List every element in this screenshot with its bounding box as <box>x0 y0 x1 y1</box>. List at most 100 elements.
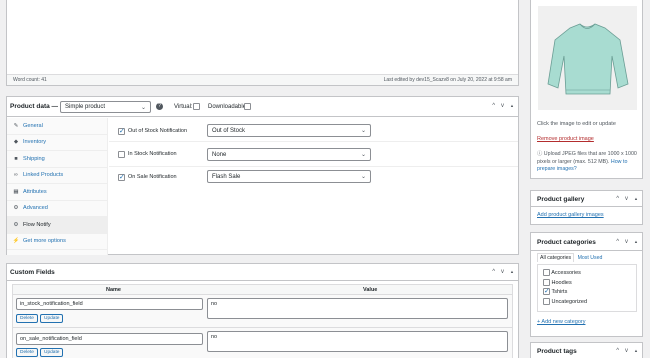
category-checkbox[interactable] <box>543 269 550 277</box>
on-sale-label: On Sale Notification <box>128 174 177 180</box>
gear-icon: ⚙ <box>13 221 19 228</box>
move-down-icon[interactable]: v <box>625 348 628 354</box>
plugin-icon: ⚡ <box>12 238 20 245</box>
toggle-panel-icon[interactable]: ▲ <box>510 103 514 109</box>
in-stock-select[interactable]: None ⌄ <box>207 148 371 161</box>
table-row: in_stock_notification_field Delete Updat… <box>12 295 513 328</box>
editor-statusbar: Word count: 41 Last edited by dev15_Scaz… <box>7 74 518 85</box>
tab-attributes[interactable]: ▦ Attributes <box>7 184 107 201</box>
toggle-panel-icon[interactable]: ▲ <box>634 348 638 354</box>
column-value: Value <box>363 287 378 293</box>
tab-inventory[interactable]: ◆ Inventory <box>7 134 107 151</box>
out-of-stock-select[interactable]: Out of Stock ⌄ <box>207 124 371 137</box>
product-data-title: Product data — <box>10 103 59 110</box>
tab-all-categories[interactable]: All categories <box>537 253 575 262</box>
move-up-icon[interactable]: ^ <box>616 348 619 354</box>
move-down-icon[interactable]: v <box>501 103 504 109</box>
move-up-icon[interactable]: ^ <box>492 103 495 109</box>
custom-fields-title: Custom Fields <box>10 269 55 276</box>
gear-icon: ⚙ <box>13 205 19 212</box>
delete-button[interactable]: Delete <box>16 314 38 323</box>
category-checkbox[interactable] <box>543 278 550 286</box>
notify-row: Out of Stock Notification Out of Stock ⌄ <box>109 120 518 142</box>
tab-get-more-options[interactable]: ⚡ Get more options <box>7 233 107 250</box>
remove-product-image-link[interactable]: Remove product image <box>537 136 594 142</box>
notify-row: In Stock Notification None ⌄ <box>109 143 518 167</box>
update-button[interactable]: Update <box>40 314 64 323</box>
tab-flow-notify[interactable]: ⚙ Flow Notify <box>7 217 107 234</box>
on-sale-checkbox[interactable] <box>118 173 125 181</box>
out-of-stock-checkbox[interactable] <box>118 127 125 135</box>
list-item[interactable]: Tshirts <box>543 287 631 298</box>
meta-key-input[interactable]: on_sale_notification_field <box>16 333 203 345</box>
category-tabs: All categories Most Used <box>537 253 603 262</box>
product-type-select[interactable]: Simple product ⌄ <box>60 101 151 113</box>
box-controls: ^ v ▲ <box>616 348 638 354</box>
add-gallery-images-link[interactable]: Add product gallery images <box>537 212 604 218</box>
box-controls: ^ v ▲ <box>616 239 638 245</box>
update-button[interactable]: Update <box>40 348 64 357</box>
delete-button[interactable]: Delete <box>16 348 38 357</box>
tag-icon: ◆ <box>13 139 19 146</box>
column-name: Name <box>106 287 121 293</box>
product-data-tabs: ✎ General ◆ Inventory ■ Shipping ∞ Linke… <box>7 118 108 255</box>
product-data-box: Product data — Simple product ⌄ ? Virtua… <box>6 96 519 255</box>
toggle-panel-icon[interactable]: ▲ <box>510 269 514 275</box>
box-controls: ^ v ▲ <box>492 269 514 275</box>
tab-advanced[interactable]: ⚙ Advanced <box>7 200 107 217</box>
product-tags-box: Product tags ^ v ▲ <box>530 342 643 358</box>
meta-value-textarea[interactable]: no <box>207 331 508 352</box>
table-row: on_sale_notification_field Delete Update… <box>12 328 513 358</box>
link-icon: ∞ <box>14 172 18 179</box>
toggle-panel-icon[interactable]: ▲ <box>634 239 638 245</box>
virtual-label: Virtual: <box>174 104 193 110</box>
help-icon[interactable]: ? <box>156 103 163 110</box>
in-stock-label: In Stock Notification <box>128 151 177 157</box>
add-new-category-link[interactable]: + Add new category <box>537 319 585 325</box>
move-down-icon[interactable]: v <box>625 196 628 202</box>
notify-row: On Sale Notification Flash Sale ⌄ <box>109 168 518 192</box>
custom-fields-header: Custom Fields ^ v ▲ <box>7 264 518 281</box>
tags-title: Product tags <box>537 348 577 355</box>
chevron-down-icon: ⌄ <box>140 104 146 111</box>
category-checkbox[interactable] <box>543 297 550 305</box>
virtual-checkbox[interactable] <box>193 103 200 110</box>
move-up-icon[interactable]: ^ <box>616 239 619 245</box>
tab-linked-products[interactable]: ∞ Linked Products <box>7 167 107 184</box>
word-count: Word count: 41 <box>13 77 47 83</box>
upload-info: ⓘ Upload JPEG files that are 1000 x 1000… <box>537 151 641 174</box>
product-gallery-box: Product gallery ^ v ▲ Add product galler… <box>530 190 643 225</box>
custom-fields-box: Custom Fields ^ v ▲ Name Value in_stock_… <box>6 263 519 358</box>
flow-notify-panel: Out of Stock Notification Out of Stock ⌄… <box>109 118 518 255</box>
category-list: Accessories Hoodies Tshirts Uncategorize… <box>537 264 637 312</box>
product-image-box: Click the image to edit or update Remove… <box>530 0 643 179</box>
category-checkbox[interactable] <box>543 287 550 297</box>
toggle-panel-icon[interactable]: ▲ <box>634 196 638 202</box>
move-down-icon[interactable]: v <box>501 269 504 275</box>
list-item[interactable]: Hoodies <box>543 278 631 289</box>
move-down-icon[interactable]: v <box>625 239 628 245</box>
gallery-title: Product gallery <box>537 196 585 203</box>
meta-value-textarea[interactable]: no <box>207 298 508 319</box>
tab-most-used[interactable]: Most Used <box>578 255 603 261</box>
content-editor[interactable]: Word count: 41 Last edited by dev15_Scaz… <box>6 0 519 86</box>
chevron-down-icon: ⌄ <box>360 152 366 158</box>
downloadable-checkbox[interactable] <box>244 103 251 110</box>
table-icon: ▦ <box>13 188 19 195</box>
tab-general[interactable]: ✎ General <box>7 118 107 135</box>
on-sale-select[interactable]: Flash Sale ⌄ <box>207 170 371 183</box>
info-icon: ⓘ <box>537 151 543 157</box>
product-image[interactable] <box>538 6 637 110</box>
move-up-icon[interactable]: ^ <box>616 196 619 202</box>
list-item[interactable]: Accessories <box>543 269 631 279</box>
box-controls: ^ v ▲ <box>616 196 638 202</box>
gallery-header: Product gallery ^ v ▲ <box>531 191 642 207</box>
tab-shipping[interactable]: ■ Shipping <box>7 151 107 168</box>
categories-header: Product categories ^ v ▲ <box>531 233 642 251</box>
move-up-icon[interactable]: ^ <box>492 269 495 275</box>
list-item[interactable]: Uncategorized <box>543 297 631 308</box>
in-stock-checkbox[interactable] <box>118 151 125 158</box>
out-of-stock-label: Out of Stock Notification <box>128 128 187 134</box>
meta-key-input[interactable]: in_stock_notification_field <box>16 298 203 310</box>
product-categories-box: Product categories ^ v ▲ All categories … <box>530 232 643 337</box>
